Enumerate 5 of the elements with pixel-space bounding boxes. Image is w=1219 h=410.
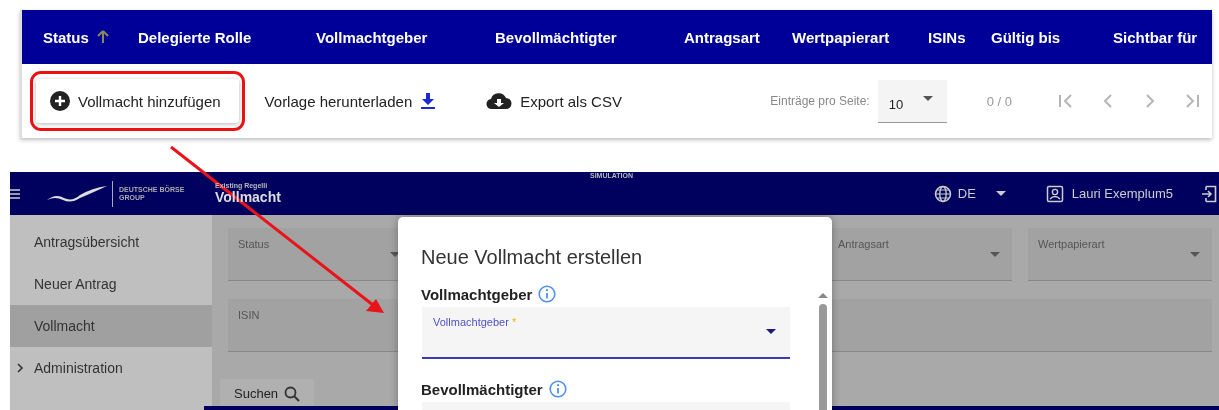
section-heading: Bevollmächtigter bbox=[421, 380, 543, 398]
section-heading: Vollmachtgeber bbox=[421, 285, 533, 303]
page-size-label: Einträge pro Seite: bbox=[770, 94, 870, 108]
page-range: 0 / 0 bbox=[986, 93, 1012, 109]
dialog-title: Neue Vollmacht erstellen bbox=[421, 246, 644, 269]
